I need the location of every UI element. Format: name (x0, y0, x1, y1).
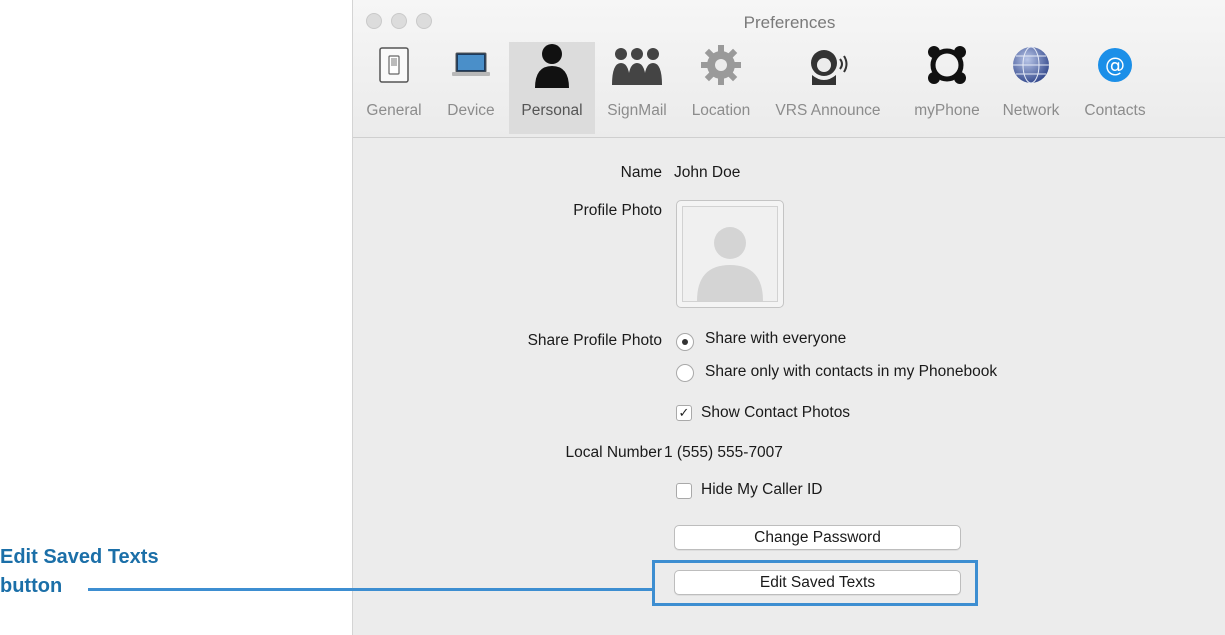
profile-photo-label: Profile Photo (573, 202, 662, 219)
tab-contacts[interactable]: @ Contacts (1071, 42, 1159, 134)
share-photo-label: Share Profile Photo (527, 332, 662, 349)
hide-caller-id-label: Hide My Caller ID (701, 481, 823, 498)
location-icon (693, 42, 749, 88)
tab-network-label: Network (1002, 102, 1060, 119)
share-everyone-label: Share with everyone (705, 330, 847, 347)
show-contact-photos-label: Show Contact Photos (701, 404, 851, 421)
tab-device[interactable]: Device (435, 42, 507, 134)
device-icon (443, 42, 499, 88)
tab-device-label: Device (447, 102, 495, 119)
window-title: Preferences (743, 13, 836, 32)
tab-general[interactable]: General (355, 42, 433, 134)
vrs-announce-icon (800, 42, 856, 88)
share-phonebook-radio[interactable] (676, 364, 694, 382)
tab-vrs-announce-label: VRS Announce (775, 102, 881, 119)
tab-myphone[interactable]: myPhone (905, 42, 989, 134)
hide-caller-id-checkbox[interactable] (676, 483, 692, 499)
signmail-icon (609, 42, 665, 88)
tab-myphone-label: myPhone (914, 102, 980, 119)
callout-subtitle: button (0, 575, 63, 597)
title-bar: Preferences General Device Personal Sign… (353, 0, 1225, 138)
share-phonebook-label: Share only with contacts in my Phonebook (705, 363, 998, 380)
share-everyone-radio[interactable] (676, 333, 694, 351)
tab-network[interactable]: Network (993, 42, 1069, 134)
show-contact-photos-checkbox[interactable]: ✓ (676, 405, 692, 421)
network-icon (1003, 42, 1059, 88)
name-value: John Doe (674, 164, 741, 181)
profile-photo[interactable] (676, 200, 784, 308)
callout-title: Edit Saved Texts (0, 546, 159, 568)
tab-vrs-announce[interactable]: VRS Announce (759, 42, 897, 134)
callout-highlight-box (652, 560, 978, 606)
local-number-value: 1 (555) 555-7007 (664, 444, 783, 461)
tab-general-label: General (366, 102, 422, 119)
myphone-icon (919, 42, 975, 88)
name-label: Name (620, 164, 662, 181)
local-number-label: Local Number (565, 444, 663, 461)
callout-connector-line (88, 588, 652, 591)
tab-signmail-label: SignMail (607, 102, 667, 119)
general-icon (366, 42, 422, 88)
tab-signmail[interactable]: SignMail (597, 42, 677, 134)
tab-contacts-label: Contacts (1084, 102, 1146, 119)
tab-personal-label: Personal (521, 102, 583, 119)
tab-location[interactable]: Location (683, 42, 759, 134)
tab-personal[interactable]: Personal (509, 42, 595, 134)
personal-icon (524, 42, 580, 88)
avatar-placeholder-icon (682, 206, 778, 302)
svg-text:@: @ (1105, 53, 1125, 77)
tab-location-label: Location (691, 102, 751, 119)
change-password-button[interactable]: Change Password (674, 525, 961, 550)
contacts-icon: @ (1087, 42, 1143, 88)
